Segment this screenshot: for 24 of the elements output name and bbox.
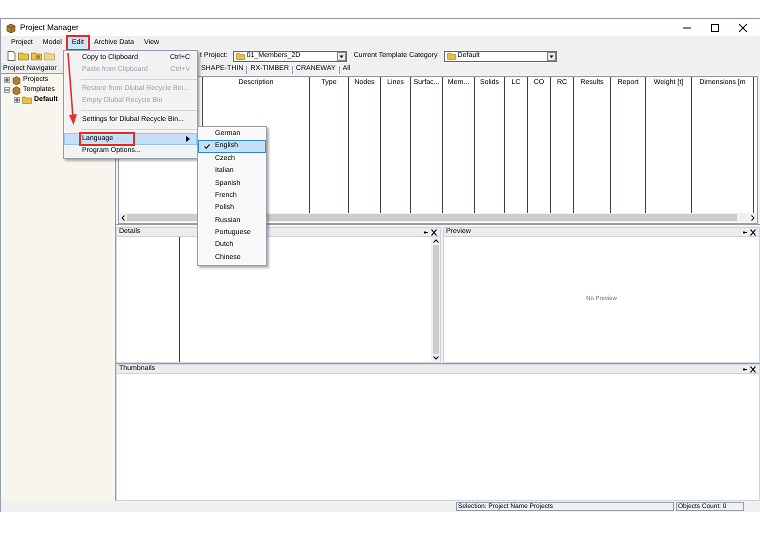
folder-icon[interactable] <box>31 51 42 61</box>
horizontal-scrollbar[interactable] <box>119 213 757 222</box>
folder-icon <box>236 52 245 60</box>
pin-icon[interactable] <box>422 228 430 236</box>
scroll-up-icon[interactable] <box>432 239 438 243</box>
pin-icon[interactable] <box>741 366 749 372</box>
box-icon <box>12 86 21 94</box>
close-icon[interactable] <box>749 228 757 236</box>
scroll-right-icon[interactable] <box>751 214 755 220</box>
scroll-down-icon[interactable] <box>432 356 438 360</box>
expand-icon[interactable] <box>4 77 10 83</box>
new-file-icon[interactable] <box>7 51 16 61</box>
app-icon <box>6 22 16 32</box>
window-title: Project Manager <box>20 22 79 34</box>
vertical-scrollbar[interactable] <box>431 237 440 362</box>
pin-icon[interactable] <box>741 228 749 236</box>
folder-icon[interactable] <box>18 51 29 61</box>
folder-icon <box>446 52 456 60</box>
close-icon[interactable] <box>430 228 438 236</box>
expand-icon[interactable] <box>14 97 20 103</box>
collapse-icon[interactable] <box>4 87 10 93</box>
scroll-left-icon[interactable] <box>121 214 125 220</box>
close-icon[interactable] <box>749 366 757 372</box>
folder-icon <box>22 96 32 104</box>
